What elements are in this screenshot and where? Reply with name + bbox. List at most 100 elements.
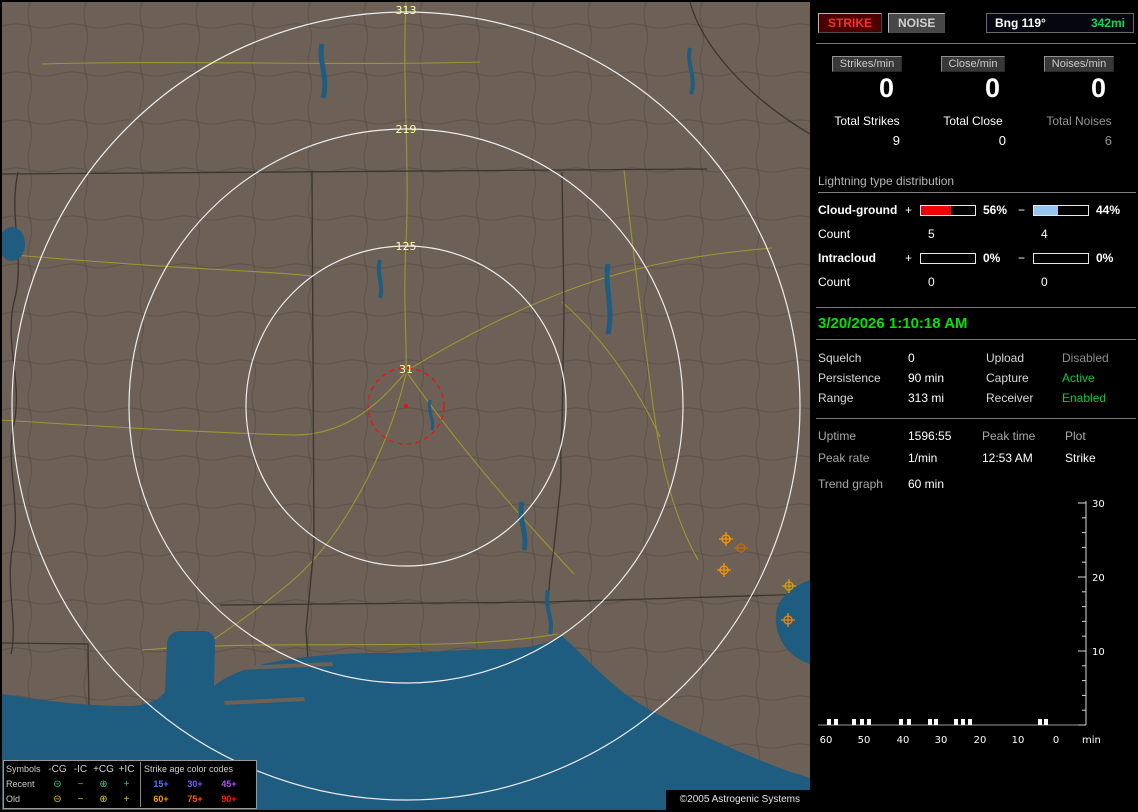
bearing-readout: Bng 119° 342mi <box>986 13 1134 33</box>
bearing-distance: 342mi <box>1090 16 1125 30</box>
age-45: 45+ <box>221 779 237 789</box>
circle-plus-icon: ⊕ <box>99 794 108 805</box>
circle-minus-icon: ⊖ <box>53 779 62 790</box>
ic-positive-pct: 0% <box>983 251 1001 265</box>
ring-label-313: 313 <box>396 4 417 17</box>
legend-recent-row: Recent ⊖ − ⊕ + 15+ 30+ 45+ <box>6 777 254 792</box>
ic-negative-bar <box>1033 252 1089 264</box>
uptime-value: 1596:55 <box>908 429 952 443</box>
plus-icon: + <box>123 779 130 790</box>
copyright-notice: ©2005 Astrogenic Systems <box>665 790 810 810</box>
graph-axes <box>818 501 1087 726</box>
noises-per-min-button[interactable]: Noises/min <box>1043 56 1115 72</box>
plot-value: Strike <box>1065 451 1096 465</box>
cg-count-row: Count 5 4 <box>814 227 1138 241</box>
station-marker <box>404 404 408 408</box>
x-tick-40: 40 <box>897 735 910 746</box>
minus-sign: − <box>1018 251 1026 265</box>
strikes-per-min-button[interactable]: Strikes/min <box>831 56 903 72</box>
ic-negative-count: 0 <box>1041 275 1048 289</box>
x-tick-30: 30 <box>935 735 948 746</box>
noises-per-min-block: Noises/min 0 <box>1026 54 1132 104</box>
trend-graph: 30 20 10 60 50 40 30 20 10 0 min <box>816 495 1138 760</box>
x-tick-50: 50 <box>858 735 871 746</box>
cg-positive-bar <box>920 204 976 216</box>
receiver-status: Enabled <box>1062 391 1107 405</box>
y-tick-20: 20 <box>1092 573 1105 584</box>
age-60: 60+ <box>153 794 169 804</box>
upload-label: Upload <box>986 351 1025 365</box>
close-per-min-block: Close/min 0 <box>920 54 1026 104</box>
plus-sign: + <box>905 251 913 265</box>
map-canvas: 313 219 125 31 <box>2 2 810 810</box>
rate-counters: Strikes/min 0 Close/min 0 Noises/min 0 <box>814 54 1138 104</box>
ring-label-125: 125 <box>396 240 417 253</box>
plus-sign: + <box>905 203 913 217</box>
total-close-block: Total Close 0 <box>920 114 1026 148</box>
ic-count-label: Count <box>818 275 851 289</box>
total-strikes-label: Total Strikes <box>834 114 900 128</box>
y-tick-10: 10 <box>1092 647 1105 658</box>
strikes-per-min-value: 0 <box>878 73 894 103</box>
minus-icon: − <box>77 794 84 805</box>
legend-age-title: Strike age color codes <box>144 764 234 774</box>
total-close-value: 0 <box>998 133 1006 148</box>
plot-label: Plot <box>1065 429 1086 443</box>
legend-header-row: Symbols -CG -IC +CG +IC Strike age color… <box>6 762 254 777</box>
legend-symbols-label: Symbols <box>6 764 41 774</box>
total-noises-label: Total Noises <box>1046 114 1112 128</box>
total-strikes-value: 9 <box>892 133 900 148</box>
capture-label: Capture <box>986 371 1029 385</box>
cg-negative-pct: 44% <box>1096 203 1121 217</box>
peak-rate-label: Peak rate <box>818 451 870 465</box>
legend-header-pcg: +CG <box>93 764 114 775</box>
noise-mode-button[interactable]: NOISE <box>888 13 946 33</box>
range-label: Range <box>818 391 854 405</box>
totals-row: Total Strikes 9 Total Close 0 Total Nois… <box>814 114 1138 148</box>
ring-label-219: 219 <box>396 123 417 136</box>
ic-count-row: Count 0 0 <box>814 275 1138 289</box>
mode-toolbar: STRIKE NOISE Bng 119° 342mi <box>814 0 1138 33</box>
trend-graph-canvas: 30 20 10 60 50 40 30 20 10 0 min <box>818 499 1105 746</box>
lightning-map[interactable]: 313 219 125 31 Symbols -CG -IC +CG +IC S… <box>2 2 810 810</box>
peak-time-label: Peak time <box>982 429 1036 443</box>
ring-label-31: 31 <box>399 363 413 376</box>
close-per-min-button[interactable]: Close/min <box>940 56 1006 72</box>
noises-per-min-value: 0 <box>1090 73 1106 103</box>
squelch-label: Squelch <box>818 351 862 365</box>
graph-y-labels: 30 20 10 <box>1092 499 1105 658</box>
peak-time-value: 12:53 AM <box>982 451 1033 465</box>
squelch-value: 0 <box>908 351 915 365</box>
capture-status: Active <box>1062 371 1095 385</box>
trend-graph-label: Trend graph <box>818 477 883 491</box>
ic-positive-count: 0 <box>928 275 935 289</box>
upload-status: Disabled <box>1062 351 1109 365</box>
legend-old-row: Old ⊖ − ⊕ + 60+ 75+ 90+ <box>6 792 254 807</box>
plus-icon: + <box>123 794 130 805</box>
x-unit-label: min <box>1082 735 1101 746</box>
legend-header-nic: -IC <box>73 764 88 775</box>
cg-positive-count: 5 <box>928 227 935 241</box>
bearing-value: Bng 119° <box>995 16 1046 30</box>
map-legend: Symbols -CG -IC +CG +IC Strike age color… <box>3 760 257 809</box>
total-noises-value: 6 <box>1104 133 1112 148</box>
total-strikes-block: Total Strikes 9 <box>814 114 920 148</box>
strike-mode-button[interactable]: STRIKE <box>818 13 883 33</box>
circle-plus-icon: ⊕ <box>99 779 108 790</box>
intracloud-row: Intracloud + 0% − 0% <box>814 251 1138 265</box>
divider <box>816 43 1136 44</box>
distribution-title: Lightning type distribution <box>818 174 1136 193</box>
circle-minus-icon: ⊖ <box>53 794 62 805</box>
age-90: 90+ <box>221 794 237 804</box>
graph-x-labels: 60 50 40 30 20 10 0 min <box>820 735 1101 746</box>
x-tick-0: 0 <box>1053 735 1059 746</box>
cg-count-label: Count <box>818 227 851 241</box>
x-tick-10: 10 <box>1012 735 1025 746</box>
settings-grid: Squelch 0 Upload Disabled Persistence 90… <box>814 340 1138 418</box>
age-30: 30+ <box>187 779 203 789</box>
age-75: 75+ <box>187 794 203 804</box>
persistence-value: 90 min <box>908 371 945 385</box>
strikes-per-min-block: Strikes/min 0 <box>814 54 920 104</box>
ic-positive-bar <box>920 252 976 264</box>
x-tick-20: 20 <box>974 735 987 746</box>
